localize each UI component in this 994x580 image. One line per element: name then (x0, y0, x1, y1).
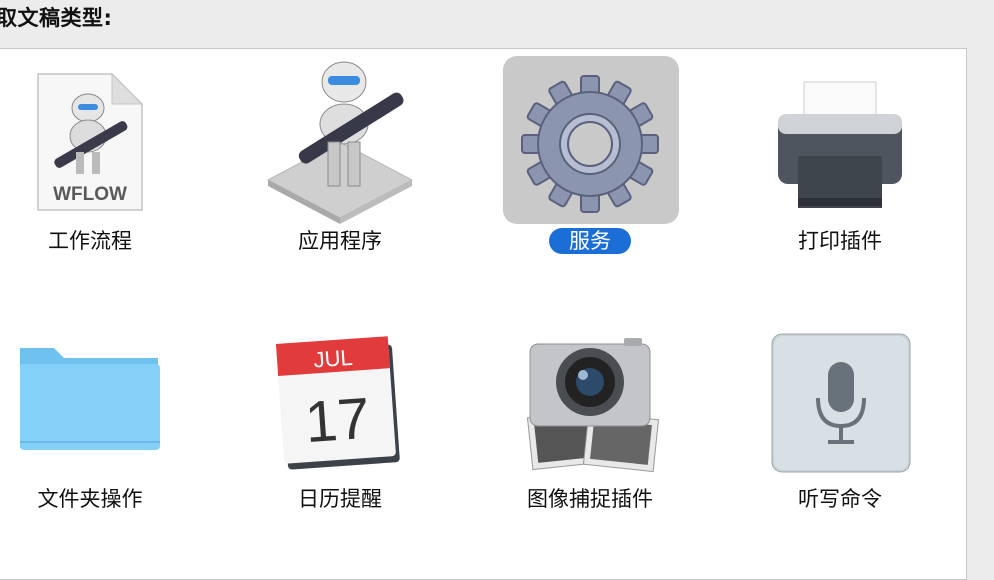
document-type-prompt: 取文稿类型: (0, 6, 113, 30)
doc-type-application[interactable]: 应用程序 (240, 60, 440, 290)
printer-icon (778, 81, 902, 208)
folder-icon (20, 348, 160, 450)
doc-type-folder-action[interactable]: 文件夹操作 (0, 318, 190, 548)
doc-type-label: 日历提醒 (298, 487, 382, 511)
calendar-month: JUL (313, 345, 354, 373)
doc-type-label: 工作流程 (48, 229, 132, 253)
calendar-icon: JUL 17 (275, 336, 400, 470)
doc-type-label: 应用程序 (298, 229, 382, 253)
doc-type-label: 文件夹操作 (37, 487, 143, 511)
doc-type-label: 打印插件 (798, 229, 882, 253)
gear-icon (521, 75, 659, 213)
workflow-document-icon: WFLOW (37, 72, 144, 211)
doc-type-label: 服务 (490, 226, 690, 256)
automator-robot-icon (266, 61, 414, 224)
doc-type-dictation-command[interactable]: 听写命令 (740, 318, 940, 548)
wflow-label: WFLOW (53, 184, 127, 205)
doc-type-calendar-alarm[interactable]: JUL 17 日历提醒 (240, 318, 440, 548)
calendar-day: 17 (303, 386, 372, 455)
doc-type-service[interactable]: 服务 (490, 60, 690, 290)
doc-type-label: 听写命令 (798, 487, 882, 511)
doc-type-print-plugin[interactable]: 打印插件 (740, 60, 940, 290)
doc-type-image-capture-plugin[interactable]: 图像捕捉插件 (490, 318, 690, 548)
doc-type-workflow[interactable]: WFLOW 工作流程 (0, 60, 190, 290)
doc-type-label: 图像捕捉插件 (527, 487, 653, 511)
camera-icon (526, 338, 660, 473)
microphone-icon (771, 333, 911, 473)
